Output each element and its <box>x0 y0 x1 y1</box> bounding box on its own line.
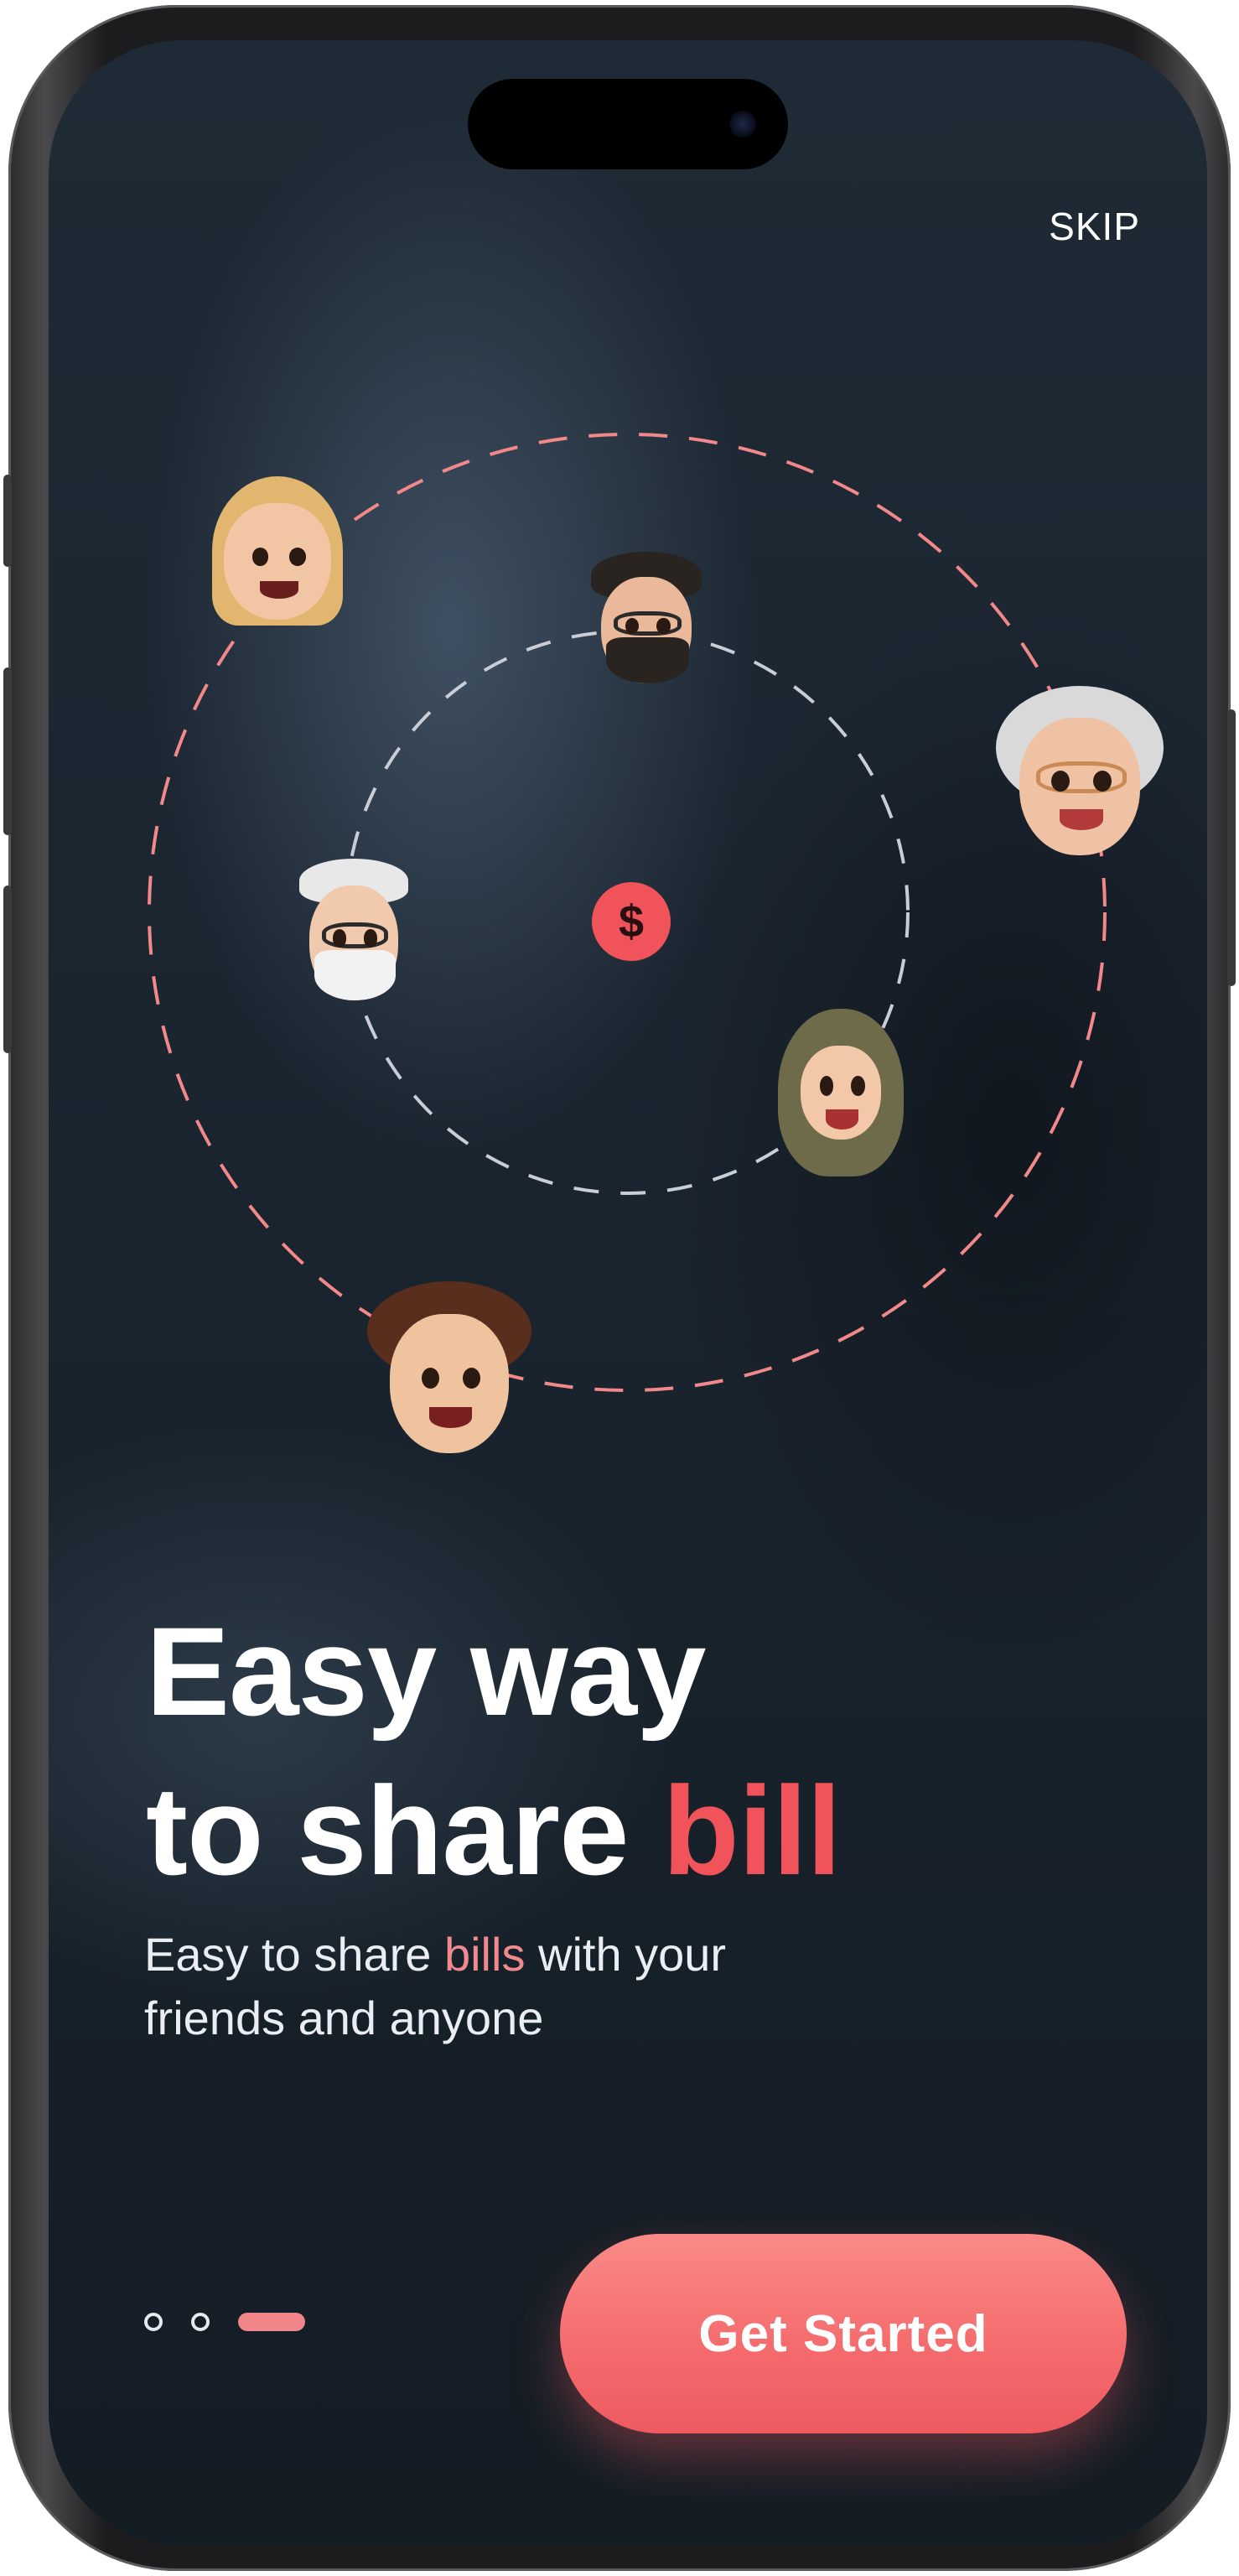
headline-accent: bill <box>662 1760 842 1901</box>
get-started-button[interactable]: Get Started <box>560 2234 1127 2433</box>
subtitle: Easy to share bills with your friends an… <box>144 1923 726 2050</box>
app-screen: SKIP $ Easy way to share bill Easy to sh… <box>49 40 1207 2546</box>
avatar-bearded-man-icon <box>583 552 709 689</box>
headline-line-2: to share bill <box>146 1751 842 1910</box>
headline-line-1: Easy way <box>146 1601 707 1742</box>
avatar-grandpa-icon <box>292 859 416 1006</box>
phone-frame: SKIP $ Easy way to share bill Easy to sh… <box>3 5 1236 2571</box>
subtitle-part-2: with your <box>525 1928 727 1981</box>
side-button-action <box>3 475 12 567</box>
subtitle-accent: bills <box>443 1928 526 1981</box>
avatar-blonde-woman-icon <box>203 476 352 626</box>
page-indicator <box>144 2309 305 2334</box>
headline: Easy way to share bill <box>146 1592 842 1910</box>
subtitle-line-2: friends and anyone <box>144 1992 544 2044</box>
page-dot-3-active[interactable] <box>238 2313 305 2331</box>
avatar-curly-boy-icon <box>367 1281 531 1461</box>
page-dot-2[interactable] <box>191 2313 210 2331</box>
avatar-hijab-woman-icon <box>778 1009 904 1176</box>
headline-plain: to share <box>146 1760 663 1901</box>
subtitle-line-1: Easy to share bills with your <box>144 1923 726 1987</box>
side-button-volume-down <box>3 886 12 1053</box>
side-button-volume-up <box>3 667 12 835</box>
avatar-grandma-icon <box>996 686 1164 862</box>
side-button-power <box>1227 709 1236 986</box>
subtitle-part-1: Easy to share <box>144 1928 444 1981</box>
dollar-icon: $ <box>592 882 671 961</box>
page-dot-1[interactable] <box>144 2313 163 2331</box>
